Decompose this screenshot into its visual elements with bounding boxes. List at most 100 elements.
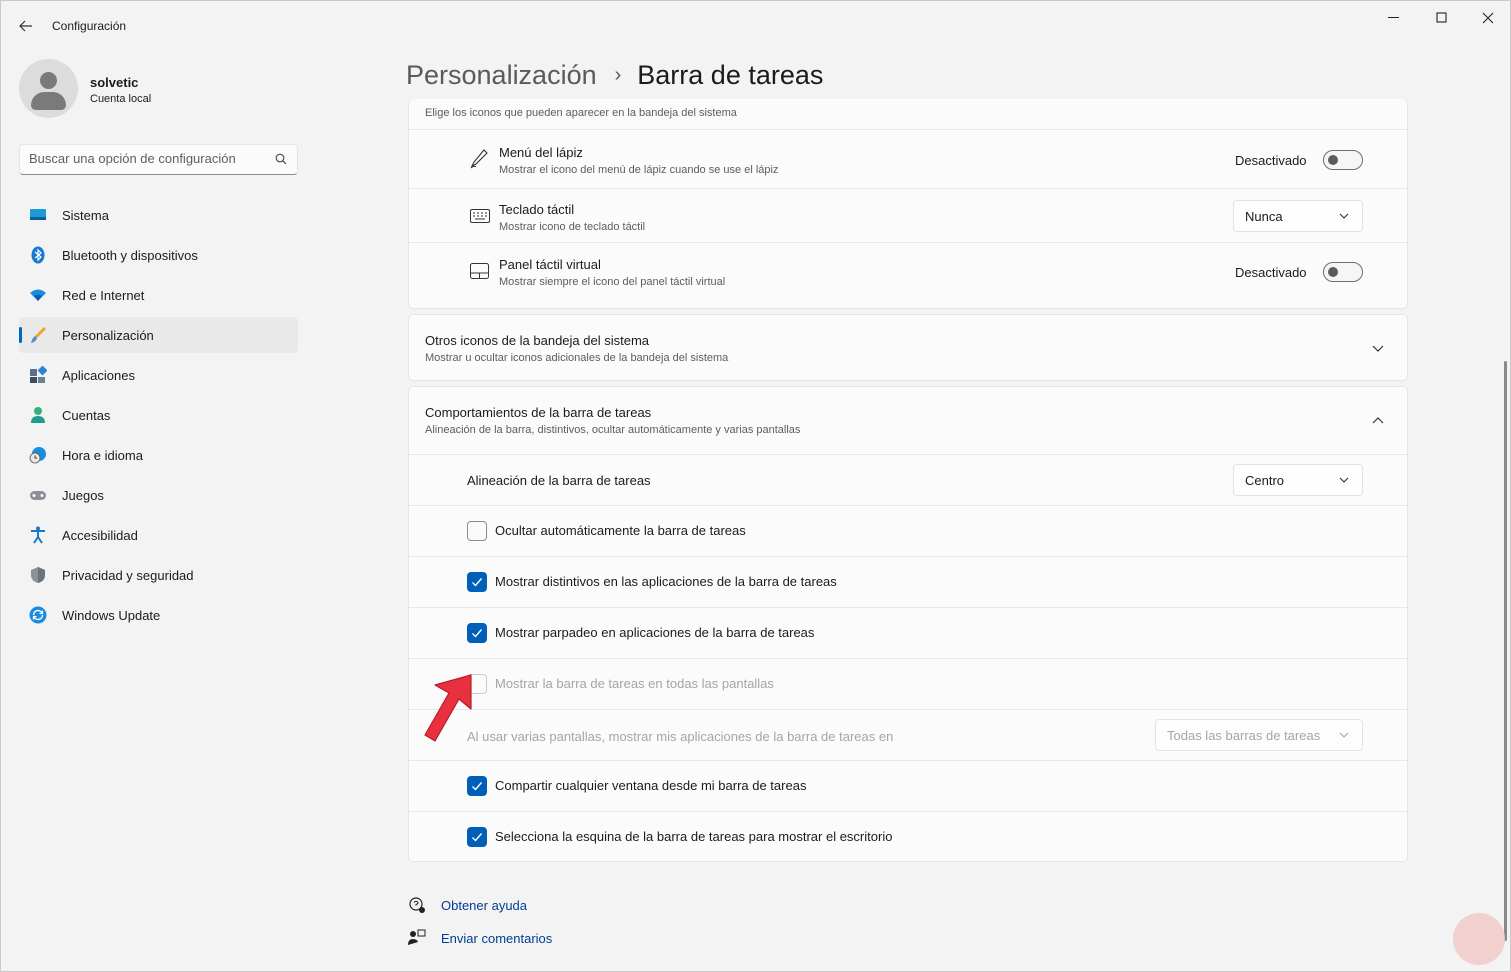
user-name: solvetic	[90, 75, 139, 90]
pen-menu-state: Desactivado	[1235, 153, 1307, 168]
sidebar-item-label: Aplicaciones	[62, 367, 135, 383]
virtual-touchpad-state: Desactivado	[1235, 265, 1307, 280]
auto-hide-row: Ocultar automáticamente la barra de tare…	[409, 505, 1407, 556]
multi-display-value: Todas las barras de tareas	[1167, 728, 1321, 743]
tray-icons-card: Elige los iconos que pueden aparecer en …	[408, 99, 1408, 309]
touch-keyboard-row: Teclado táctil Mostrar icono de teclado …	[409, 188, 1407, 242]
alignment-row: Alineación de la barra de tareas Centro	[409, 454, 1407, 505]
search-box[interactable]	[19, 144, 298, 175]
share-window-label[interactable]: Compartir cualquier ventana desde mi bar…	[495, 778, 806, 793]
sidebar-item-privacidad[interactable]: Privacidad y seguridad	[19, 557, 298, 593]
chevron-down-icon	[1339, 213, 1349, 219]
get-help-link-row[interactable]: Obtener ayuda	[408, 896, 527, 914]
sidebar-item-label: Red e Internet	[62, 287, 145, 303]
virtual-touchpad-toggle[interactable]	[1323, 262, 1363, 282]
update-icon	[29, 606, 47, 624]
back-arrow-icon	[19, 20, 32, 32]
sidebar-item-label: Sistema	[62, 207, 109, 223]
pen-menu-toggle[interactable]	[1323, 150, 1363, 170]
sidebar-item-label: Windows Update	[62, 607, 161, 623]
minimize-button[interactable]	[1371, 7, 1417, 29]
back-button[interactable]	[13, 13, 39, 39]
feedback-link-row[interactable]: Enviar comentarios	[408, 929, 552, 947]
auto-hide-label[interactable]: Ocultar automáticamente la barra de tare…	[495, 523, 746, 538]
sidebar-item-bluetooth[interactable]: Bluetooth y dispositivos	[19, 237, 298, 273]
sidebar-item-hora[interactable]: Hora e idioma	[19, 437, 298, 473]
checkmark-icon	[472, 629, 483, 638]
badges-label[interactable]: Mostrar distintivos en las aplicaciones …	[495, 574, 837, 589]
alignment-value: Centro	[1245, 473, 1285, 488]
close-button[interactable]	[1465, 7, 1511, 29]
sidebar-item-label: Bluetooth y dispositivos	[62, 247, 198, 263]
far-corner-row: Selecciona la esquina de la barra de tar…	[409, 811, 1407, 862]
watermark-logo	[1453, 913, 1505, 965]
behaviors-subtitle: Alineación de la barra, distintivos, ocu…	[425, 424, 801, 436]
search-icon[interactable]	[275, 153, 287, 165]
page-title: Barra de tareas	[637, 60, 824, 90]
pen-menu-subtitle: Mostrar el icono del menú de lápiz cuand…	[499, 164, 779, 176]
pen-icon	[470, 149, 488, 169]
scrollbar[interactable]	[1504, 361, 1507, 941]
apps-icon	[30, 366, 47, 383]
feedback-link[interactable]: Enviar comentarios	[441, 931, 552, 946]
chevron-up-icon[interactable]	[1372, 416, 1384, 424]
sidebar-item-red[interactable]: Red e Internet	[19, 277, 298, 313]
share-window-checkbox[interactable]	[467, 776, 487, 796]
share-window-row: Compartir cualquier ventana desde mi bar…	[409, 760, 1407, 811]
badges-checkbox[interactable]	[467, 572, 487, 592]
sidebar-item-aplicaciones[interactable]: Aplicaciones	[19, 357, 298, 393]
multi-display-dropdown[interactable]: Todas las barras de tareas	[1155, 719, 1363, 751]
maximize-button[interactable]	[1419, 7, 1465, 29]
get-help-link[interactable]: Obtener ayuda	[441, 898, 527, 913]
sidebar-item-personalizacion[interactable]: Personalización	[19, 317, 298, 353]
virtual-touchpad-title: Panel táctil virtual	[499, 257, 601, 272]
sidebar-item-juegos[interactable]: Juegos	[19, 477, 298, 513]
chevron-down-icon	[1339, 732, 1349, 738]
sidebar-item-windows-update[interactable]: Windows Update	[19, 597, 298, 633]
alignment-dropdown[interactable]: Centro	[1233, 464, 1363, 496]
app-title: Configuración	[52, 19, 127, 33]
breadcrumb: Personalización › Barra de tareas	[406, 60, 823, 91]
breadcrumb-parent[interactable]: Personalización	[406, 60, 597, 91]
globe-clock-icon	[29, 447, 46, 464]
keyboard-icon	[470, 209, 490, 223]
pen-menu-title: Menú del lápiz	[499, 145, 583, 160]
title-bar: Configuración	[1, 1, 1510, 51]
alignment-label: Alineación de la barra de tareas	[467, 473, 651, 488]
avatar	[19, 59, 78, 118]
checkmark-icon	[472, 782, 483, 791]
other-tray-subtitle: Mostrar u ocultar iconos adicionales de …	[425, 352, 729, 364]
other-tray-icons-card[interactable]: Otros iconos de la bandeja del sistema M…	[408, 314, 1408, 381]
flashing-checkbox[interactable]	[467, 623, 487, 643]
behaviors-header[interactable]: Comportamientos de la barra de tareas Al…	[409, 387, 1407, 454]
sidebar-item-label: Hora e idioma	[62, 447, 143, 463]
chevron-down-icon[interactable]	[1372, 345, 1384, 353]
taskbar-behaviors-card: Comportamientos de la barra de tareas Al…	[408, 386, 1408, 862]
sidebar-nav: Sistema Bluetooth y dispositivos Red e I…	[19, 197, 298, 637]
search-input[interactable]	[29, 151, 269, 166]
badges-row: Mostrar distintivos en las aplicaciones …	[409, 556, 1407, 607]
annotation-arrow-icon	[424, 674, 472, 742]
all-displays-row: Mostrar la barra de tareas en todas las …	[409, 658, 1407, 709]
wifi-icon	[30, 289, 46, 301]
flashing-label[interactable]: Mostrar parpadeo en aplicaciones de la b…	[495, 625, 814, 640]
all-displays-label[interactable]: Mostrar la barra de tareas en todas las …	[495, 676, 774, 691]
gamepad-icon	[30, 491, 46, 500]
sidebar-item-accesibilidad[interactable]: Accesibilidad	[19, 517, 298, 553]
person-icon	[31, 407, 45, 423]
minimize-icon	[1388, 17, 1399, 18]
touch-keyboard-value: Nunca	[1245, 209, 1283, 224]
sidebar-item-label: Cuentas	[62, 407, 111, 423]
far-corner-label[interactable]: Selecciona la esquina de la barra de tar…	[495, 829, 892, 844]
account-type: Cuenta local	[90, 93, 152, 105]
touch-keyboard-dropdown[interactable]: Nunca	[1233, 200, 1363, 232]
auto-hide-checkbox[interactable]	[467, 521, 487, 541]
sidebar-item-label: Juegos	[62, 487, 104, 503]
sidebar-item-cuentas[interactable]: Cuentas	[19, 397, 298, 433]
far-corner-checkbox[interactable]	[467, 827, 487, 847]
sidebar-item-sistema[interactable]: Sistema	[19, 197, 298, 233]
behaviors-title: Comportamientos de la barra de tareas	[425, 405, 652, 420]
help-icon	[409, 897, 425, 913]
brush-icon	[31, 327, 46, 343]
sidebar-item-label: Privacidad y seguridad	[62, 567, 194, 583]
